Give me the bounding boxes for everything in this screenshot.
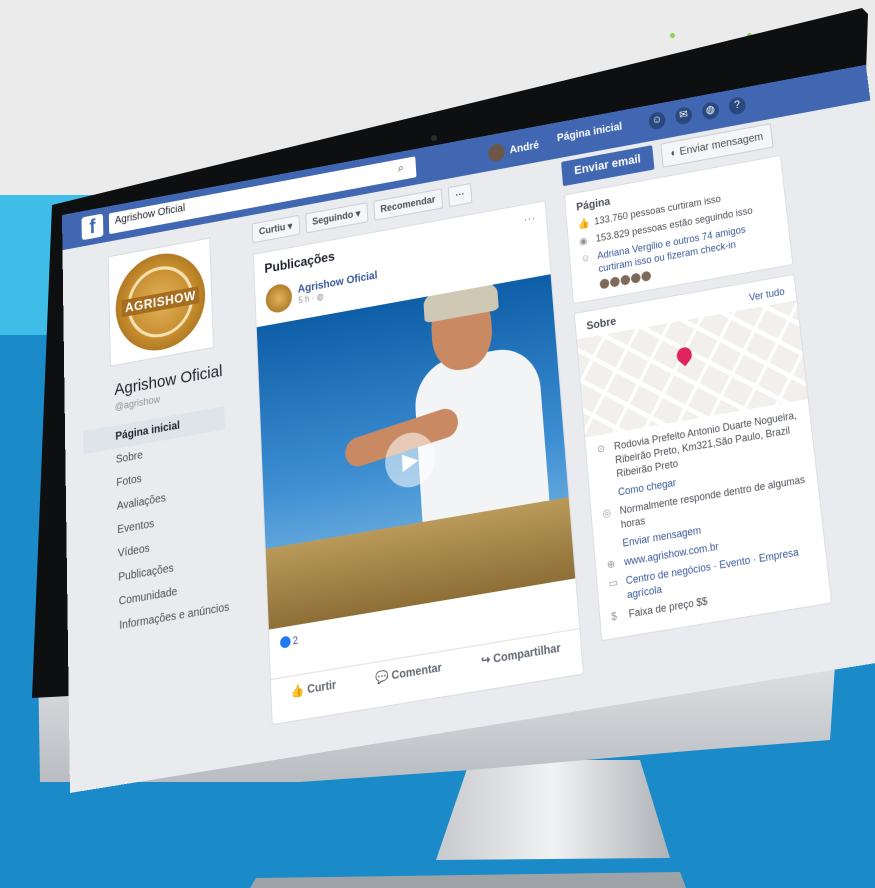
post-card: Publicações ··· Agrishow Oficial 5 h · ◍… (253, 200, 584, 725)
chat-icon: ◎ (602, 505, 615, 535)
grain-pile (266, 497, 576, 629)
liked-button[interactable]: Curtiu ▾ (252, 215, 300, 244)
agrishow-logo: AGRISHOW (115, 246, 207, 358)
more-actions-button[interactable]: ··· (448, 183, 473, 207)
home-link[interactable]: Página inicial (557, 121, 623, 145)
sidebar-nav: Página inicial Sobre Fotos Avaliações Ev… (83, 406, 232, 643)
comment-button[interactable]: 💬 Comentar (375, 662, 442, 686)
like-button[interactable]: 👍 Curtir (291, 679, 337, 699)
post-action-bar: 👍 Curtir 💬 Comentar ↪ Compartilhar (271, 628, 581, 703)
map-pin-icon (674, 344, 695, 366)
price-icon: $ (611, 608, 623, 624)
right-column: Enviar email ◐ Enviar mensagem Página 👍 1… (561, 122, 833, 651)
friends-icon[interactable]: ☺ (648, 111, 666, 131)
rss-icon: ◉ (579, 233, 590, 248)
monitor-stand (436, 760, 670, 860)
following-button[interactable]: Seguindo ▾ (305, 202, 368, 233)
reactions-count[interactable]: 2 (280, 634, 298, 649)
page-sidebar: AGRISHOW Agrishow Oficial @agrishow Pági… (80, 236, 231, 644)
recommend-button[interactable]: Recomendar (373, 188, 443, 221)
search-icon[interactable]: ⌕ (397, 161, 410, 176)
location-icon: ⊙ (596, 441, 610, 484)
avatar (488, 143, 505, 163)
help-icon[interactable]: ? (728, 96, 746, 116)
like-reaction-icon (280, 635, 291, 648)
main-column: Curtiu ▾ Seguindo ▾ Recomendar ··· Publi… (252, 170, 585, 726)
facebook-icon[interactable]: f (82, 214, 104, 241)
messenger-icon[interactable]: ✉ (675, 106, 693, 126)
people-icon: ☺ (580, 251, 593, 279)
see-all-link[interactable]: Ver tudo (748, 286, 785, 304)
globe-icon: ⊕ (606, 556, 618, 572)
post-video[interactable]: ▶ (257, 274, 575, 629)
user-profile-link[interactable]: André (488, 137, 540, 163)
share-button[interactable]: ↪ Compartilhar (481, 642, 561, 668)
notifications-icon[interactable]: ◍ (701, 101, 719, 121)
camera-dot (431, 135, 437, 141)
profile-picture[interactable]: AGRISHOW (108, 237, 214, 366)
post-options-icon[interactable]: ··· (523, 210, 536, 227)
like-icon: 👍 (577, 216, 588, 231)
monitor-base (250, 872, 686, 888)
about-card: Sobre Ver tudo ⊙ Rodovia Prefeito Antonio… (574, 274, 833, 642)
tag-icon: ▭ (608, 575, 621, 605)
avatar[interactable] (265, 282, 292, 315)
